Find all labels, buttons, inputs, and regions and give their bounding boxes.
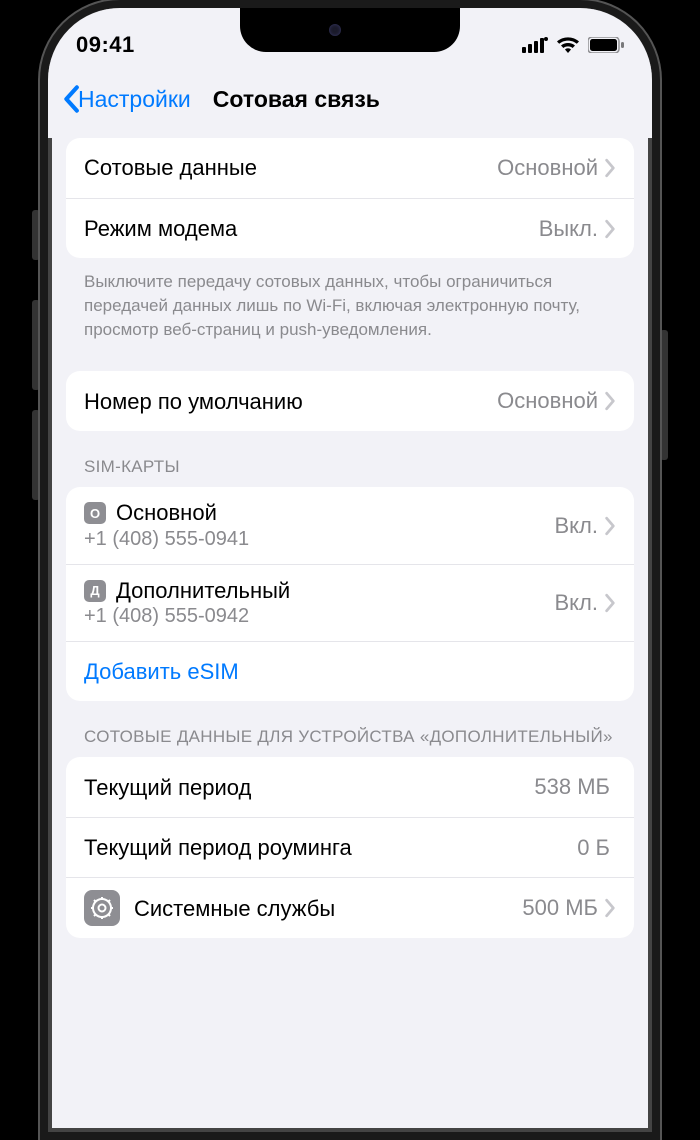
group-footer-note: Выключите передачу сотовых данных, чтобы… bbox=[66, 258, 634, 341]
cell-label: Системные службы bbox=[134, 895, 522, 923]
row-personal-hotspot[interactable]: Режим модема Выкл. bbox=[66, 198, 634, 258]
group-sim-cards: О Основной +1 (408) 555-0941 Вкл. Д Допо… bbox=[66, 487, 634, 701]
chevron-right-icon bbox=[604, 593, 616, 613]
section-header-usage: Сотовые данные для устройства «Дополните… bbox=[66, 701, 634, 757]
cellular-signal-icon bbox=[522, 37, 548, 53]
row-cellular-data[interactable]: Сотовые данные Основной bbox=[66, 138, 634, 198]
sim-name: Дополнительный bbox=[116, 577, 290, 605]
sim-state: Вкл. bbox=[555, 513, 599, 539]
side-button-vol-down bbox=[32, 410, 40, 500]
row-current-period[interactable]: Текущий период 538 МБ bbox=[66, 757, 634, 817]
cell-label: Текущий период роуминга bbox=[84, 834, 577, 862]
front-camera-icon bbox=[329, 24, 341, 36]
cell-label: Режим модема bbox=[84, 215, 539, 243]
sim-state: Вкл. bbox=[555, 590, 599, 616]
content-scroll[interactable]: Сотовые данные Основной Режим модема Вык… bbox=[48, 138, 652, 1132]
add-esim-label: Добавить eSIM bbox=[84, 658, 616, 686]
side-button-power bbox=[660, 330, 668, 460]
row-add-esim[interactable]: Добавить eSIM bbox=[66, 641, 634, 701]
nav-bar: Настройки Сотовая связь bbox=[48, 68, 652, 138]
battery-icon bbox=[588, 37, 624, 53]
chevron-right-icon bbox=[604, 391, 616, 411]
cell-label: Сотовые данные bbox=[84, 154, 497, 182]
gear-icon bbox=[84, 890, 120, 926]
status-time: 09:41 bbox=[76, 32, 135, 58]
sim-name: Основной bbox=[116, 499, 217, 527]
section-header-sims: SIM-карты bbox=[66, 431, 634, 487]
back-button[interactable]: Настройки bbox=[62, 85, 191, 113]
chevron-right-icon bbox=[604, 516, 616, 536]
sim-badge-icon: Д bbox=[84, 580, 106, 602]
cell-value: 0 Б bbox=[577, 835, 610, 861]
chevron-right-icon bbox=[604, 219, 616, 239]
cell-value: 538 МБ bbox=[534, 774, 610, 800]
back-label: Настройки bbox=[78, 86, 191, 113]
phone-frame: 09:41 Настройки bbox=[40, 0, 660, 1140]
chevron-right-icon bbox=[604, 898, 616, 918]
cell-value: Основной bbox=[497, 388, 598, 414]
side-button-silence bbox=[32, 210, 40, 260]
status-icons bbox=[522, 36, 624, 54]
row-sim-primary[interactable]: О Основной +1 (408) 555-0941 Вкл. bbox=[66, 487, 634, 564]
cell-label: Номер по умолчанию bbox=[84, 388, 497, 416]
cell-value: 500 МБ bbox=[522, 895, 598, 921]
cell-label: Текущий период bbox=[84, 774, 534, 802]
group-data-usage: Текущий период 538 МБ Текущий период роу… bbox=[66, 757, 634, 938]
sim-number: +1 (408) 555-0941 bbox=[84, 527, 555, 552]
group-cellular-options: Сотовые данные Основной Режим модема Вык… bbox=[66, 138, 634, 258]
side-button-vol-up bbox=[32, 300, 40, 390]
row-system-services[interactable]: Системные службы 500 МБ bbox=[66, 877, 634, 938]
notch bbox=[240, 8, 460, 52]
sim-number: +1 (408) 555-0942 bbox=[84, 604, 555, 629]
row-sim-secondary[interactable]: Д Дополнительный +1 (408) 555-0942 Вкл. bbox=[66, 564, 634, 642]
group-default-line: Номер по умолчанию Основной bbox=[66, 371, 634, 431]
cell-value: Основной bbox=[497, 155, 598, 181]
row-current-period-roaming[interactable]: Текущий период роуминга 0 Б bbox=[66, 817, 634, 877]
chevron-right-icon bbox=[604, 158, 616, 178]
wifi-icon bbox=[556, 36, 580, 54]
row-default-voice-line[interactable]: Номер по умолчанию Основной bbox=[66, 371, 634, 431]
sim-badge-icon: О bbox=[84, 502, 106, 524]
cell-value: Выкл. bbox=[539, 216, 598, 242]
page-title: Сотовая связь bbox=[213, 86, 380, 113]
